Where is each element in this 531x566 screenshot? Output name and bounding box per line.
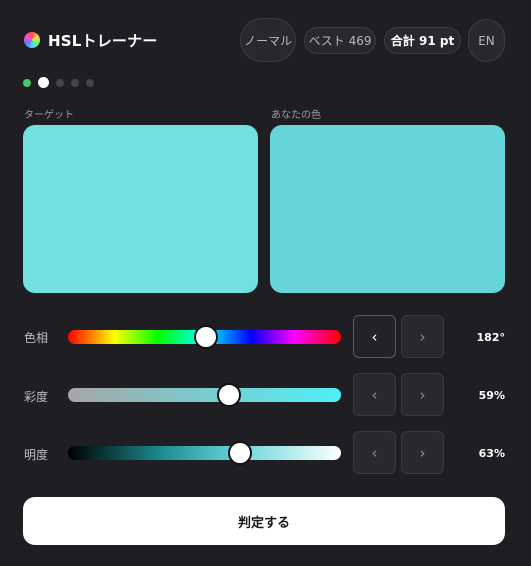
hue-label: 色相 — [24, 331, 49, 345]
saturation-increment-button[interactable]: › — [401, 373, 444, 416]
hue-slider[interactable] — [68, 325, 341, 349]
hue-increment-button[interactable]: › — [401, 315, 444, 358]
your-color-swatch — [270, 125, 505, 293]
lightness-slider[interactable] — [68, 441, 341, 465]
submit-guess-button[interactable]: 判定する — [23, 497, 505, 545]
total-score-badge: 合計 91 pt — [384, 27, 461, 54]
mode-button[interactable]: ノーマル — [240, 18, 296, 62]
best-score-badge: ベスト 469 — [304, 27, 376, 54]
lightness-value: 63% — [478, 447, 505, 460]
round-dot — [23, 78, 31, 87]
chevron-right-icon: › — [419, 385, 426, 404]
chevron-left-icon: ‹ — [371, 443, 378, 462]
chevron-right-icon: › — [419, 443, 426, 462]
round-progress — [23, 77, 94, 88]
chevron-right-icon: › — [419, 327, 426, 346]
chevron-left-icon: ‹ — [371, 327, 378, 346]
hue-value: 182° — [476, 331, 505, 344]
saturation-slider[interactable] — [68, 383, 341, 407]
round-dot — [86, 78, 94, 87]
app-title: HSLトレーナー — [48, 32, 158, 50]
saturation-value: 59% — [478, 389, 505, 402]
target-label: ターゲット — [24, 110, 74, 121]
lightness-decrement-button[interactable]: ‹ — [353, 431, 396, 474]
lightness-label: 明度 — [24, 448, 49, 462]
hue-decrement-button[interactable]: ‹ — [353, 315, 396, 358]
round-dot — [56, 78, 64, 87]
saturation-label: 彩度 — [24, 390, 49, 404]
lightness-increment-button[interactable]: › — [401, 431, 444, 474]
round-dot — [71, 78, 79, 87]
saturation-decrement-button[interactable]: ‹ — [353, 373, 396, 416]
chevron-left-icon: ‹ — [371, 385, 378, 404]
your-color-label: あなたの色 — [271, 110, 321, 121]
hsl-trainer-app: HSLトレーナー ノーマル ベスト 469 合計 91 pt EN ターゲット … — [0, 0, 531, 566]
saturation-slider-thumb[interactable] — [217, 383, 242, 407]
color-wheel-icon — [24, 32, 40, 48]
hue-slider-thumb[interactable] — [194, 325, 219, 349]
language-toggle-button[interactable]: EN — [468, 19, 505, 62]
target-swatch — [23, 125, 258, 293]
round-dot — [38, 77, 49, 88]
lightness-slider-thumb[interactable] — [227, 441, 252, 465]
